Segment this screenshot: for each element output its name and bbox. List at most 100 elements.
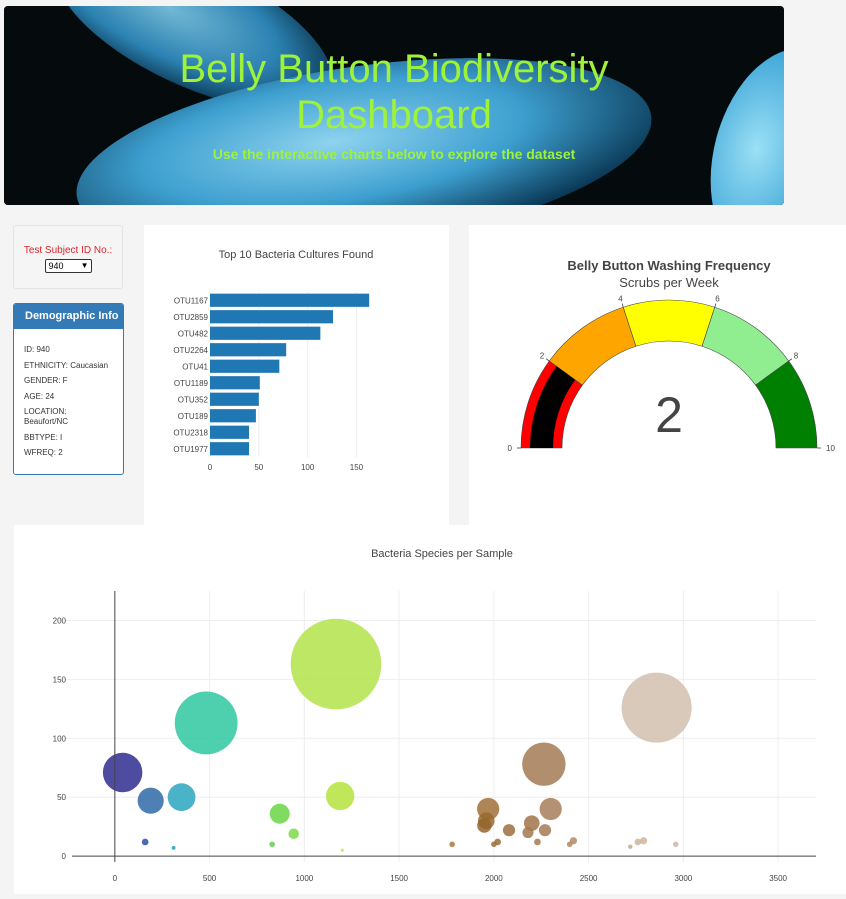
demographic-row: WFREQ: 2 bbox=[24, 448, 63, 457]
bubble-point[interactable] bbox=[538, 824, 552, 837]
bar-x-tick-label: 50 bbox=[254, 463, 263, 472]
gauge-tick bbox=[545, 358, 550, 362]
bubble-point[interactable] bbox=[269, 841, 275, 848]
bubble-point[interactable] bbox=[534, 838, 541, 846]
bar-x-tick-label: 100 bbox=[301, 463, 315, 472]
demographic-row: ID: 940 bbox=[24, 345, 50, 354]
bar-y-tick-label: OTU2859 bbox=[173, 313, 208, 322]
bubble-y-tick-label: 0 bbox=[62, 852, 67, 861]
chevron-down-icon: ▼ bbox=[80, 261, 89, 270]
bubble-point[interactable] bbox=[522, 742, 566, 786]
gauge-title: Belly Button Washing Frequency bbox=[567, 258, 771, 273]
bubble-x-tick-label: 3000 bbox=[674, 874, 692, 883]
demographic-info-panel: Demographic Info ID: 940 ETHNICITY: Cauc… bbox=[13, 303, 124, 475]
bubble-point[interactable] bbox=[174, 691, 238, 755]
bubble-x-tick-label: 3500 bbox=[769, 874, 787, 883]
bubble-x-tick-label: 500 bbox=[203, 874, 217, 883]
bubble-point[interactable] bbox=[449, 841, 455, 848]
bar[interactable] bbox=[210, 442, 250, 456]
bubble-y-tick-label: 50 bbox=[57, 793, 66, 802]
subject-selector-well: Test Subject ID No.: 940 ▼ bbox=[13, 225, 123, 289]
demographic-row: LOCATION: Beaufort/NC bbox=[24, 407, 69, 426]
bar-y-tick-label: OTU2318 bbox=[173, 428, 208, 437]
gauge-tick bbox=[621, 303, 624, 308]
bubble-point[interactable] bbox=[340, 848, 344, 852]
bubble-y-tick-label: 150 bbox=[53, 675, 67, 684]
top-ten-bar-chart: Top 10 Bacteria Cultures Found OTU1167 OT… bbox=[173, 249, 374, 472]
bubble-point[interactable] bbox=[167, 783, 196, 812]
bar-chart-panel: Top 10 Bacteria Cultures Found OTU1167 OT… bbox=[144, 225, 449, 525]
bubble-point[interactable] bbox=[634, 838, 642, 846]
bar[interactable] bbox=[210, 293, 370, 307]
demographic-row: GENDER: F bbox=[24, 376, 68, 385]
demographic-row: ETHNICITY: Caucasian bbox=[24, 360, 109, 370]
page-title-line-2: Dashboard bbox=[296, 93, 492, 137]
bubble-point[interactable] bbox=[171, 845, 176, 850]
bubble-y-tick-label: 100 bbox=[53, 734, 67, 743]
bubble-chart-panel: Bacteria Species per Sample 0 500 1000 1500… bbox=[14, 525, 846, 894]
bar-y-tick-label: OTU352 bbox=[178, 395, 209, 404]
bubble-x-tick-label: 0 bbox=[113, 874, 118, 883]
gauge-tick-label: 6 bbox=[715, 295, 720, 304]
bubble-point[interactable] bbox=[639, 837, 648, 845]
bubble-point[interactable] bbox=[477, 818, 492, 833]
bar-y-tick-label: OTU1189 bbox=[174, 379, 209, 388]
bar-x-tick-label: 150 bbox=[350, 463, 364, 472]
subject-id-select[interactable]: 940 ▼ bbox=[44, 259, 92, 273]
page-title-line-1: Belly Button Biodiversity bbox=[179, 47, 609, 91]
bar[interactable] bbox=[210, 326, 321, 340]
bar[interactable] bbox=[210, 343, 287, 357]
bar-x-tick-label: 0 bbox=[208, 463, 213, 472]
bar-y-tick-label: OTU1167 bbox=[174, 296, 209, 305]
bar-chart-title: Top 10 Bacteria Cultures Found bbox=[219, 249, 374, 261]
bubble-point[interactable] bbox=[137, 787, 164, 814]
bar[interactable] bbox=[210, 376, 260, 390]
bubble-point[interactable] bbox=[290, 618, 382, 710]
bubble-point[interactable] bbox=[566, 841, 573, 848]
bubble-point[interactable] bbox=[141, 838, 149, 846]
subject-selector-label: Test Subject ID No.: bbox=[23, 245, 113, 256]
demographic-info-body: ID: 940 ETHNICITY: Caucasian GENDER: F A… bbox=[14, 329, 123, 458]
bubble-chart: Bacteria Species per Sample 0 500 1000 1500… bbox=[53, 548, 816, 883]
bubble-x-tick-label: 2500 bbox=[580, 874, 598, 883]
page-title: Belly Button Biodiversity Dashboard bbox=[4, 46, 784, 138]
bar-y-tick-label: OTU189 bbox=[178, 412, 209, 421]
bubble-point[interactable] bbox=[102, 752, 143, 793]
gauge-chart-panel: Belly Button Washing Frequency Scrubs pe… bbox=[469, 225, 846, 525]
gauge-tick-label: 4 bbox=[618, 295, 623, 304]
gauge-tick-label: 8 bbox=[794, 352, 799, 361]
bar[interactable] bbox=[210, 310, 334, 324]
washing-frequency-gauge: Belly Button Washing Frequency Scrubs pe… bbox=[508, 258, 836, 453]
page-subtitle: Use the interactive charts below to expl… bbox=[212, 146, 576, 162]
bubble-point[interactable] bbox=[288, 828, 300, 840]
bubble-x-tick-label: 1500 bbox=[390, 874, 408, 883]
dashboard-header: Belly Button Biodiversity Dashboard Use … bbox=[4, 6, 784, 205]
gauge-subtitle: Scrubs per Week bbox=[619, 275, 719, 290]
bar[interactable] bbox=[210, 425, 250, 439]
bubble-point[interactable] bbox=[621, 672, 692, 743]
bubble-point[interactable] bbox=[325, 781, 355, 811]
bar[interactable] bbox=[210, 392, 259, 406]
bubble-point[interactable] bbox=[491, 841, 497, 848]
bubble-point[interactable] bbox=[269, 803, 290, 824]
bubble-y-tick-label: 200 bbox=[53, 616, 67, 625]
gauge-tick-label: 2 bbox=[540, 352, 545, 361]
gauge-tick-label: 10 bbox=[826, 444, 835, 453]
bubble-point[interactable] bbox=[672, 841, 679, 848]
bubble-point[interactable] bbox=[628, 844, 633, 849]
gauge-tick-label: 0 bbox=[508, 444, 513, 453]
bubble-x-tick-label: 1000 bbox=[295, 874, 313, 883]
bar-y-tick-label: OTU2264 bbox=[173, 346, 208, 355]
bubble-point[interactable] bbox=[522, 826, 534, 839]
demographic-info-title: Demographic Info bbox=[14, 304, 123, 329]
bubble-chart-title: Bacteria Species per Sample bbox=[371, 548, 513, 560]
bar[interactable] bbox=[210, 409, 256, 423]
gauge-tick bbox=[714, 303, 717, 308]
bubble-point[interactable] bbox=[539, 797, 562, 821]
demographic-row: AGE: 24 bbox=[24, 391, 55, 401]
bar-y-tick-label: OTU1977 bbox=[173, 445, 208, 454]
bubble-point[interactable] bbox=[502, 824, 516, 837]
subject-id-selected-value: 940 bbox=[48, 261, 64, 271]
bar[interactable] bbox=[210, 359, 280, 373]
gauge-value: 2 bbox=[655, 387, 683, 443]
